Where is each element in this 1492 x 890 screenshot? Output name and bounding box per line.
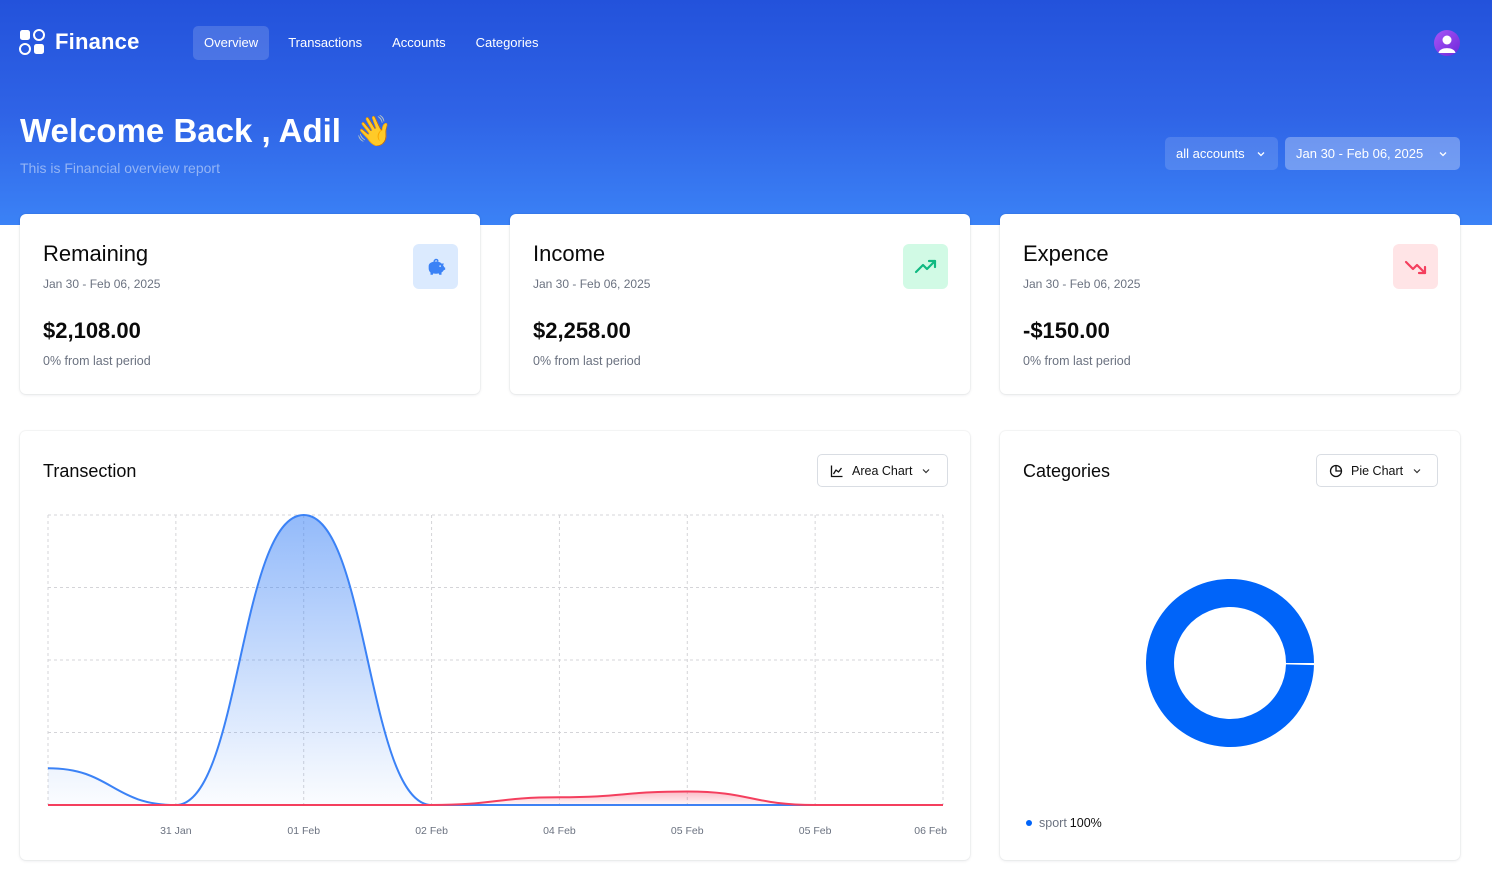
pie-legend: sport 100% — [1026, 816, 1102, 830]
categories-donut-chart — [1146, 579, 1314, 747]
x-tick-label: 01 Feb — [287, 825, 320, 837]
pie-chart-type-label: Pie Chart — [1351, 463, 1404, 478]
x-tick-label: 06 Feb — [914, 825, 947, 837]
pie-chart-type-select[interactable]: Pie Chart — [1316, 454, 1438, 487]
categories-panel-title: Categories — [1023, 461, 1111, 481]
x-tick-label: 04 Feb — [543, 825, 576, 837]
x-tick-label: 31 Jan — [160, 825, 192, 837]
x-tick-label: 05 Feb — [671, 825, 704, 837]
legend-dot — [1026, 820, 1032, 826]
legend-category-name: sport — [1039, 816, 1067, 830]
pie-chart-icon — [1329, 464, 1343, 477]
legend-category-percent: 100% — [1069, 816, 1102, 830]
x-tick-label: 05 Feb — [799, 825, 832, 837]
pie-slice-sport[interactable] — [1146, 579, 1314, 747]
chevron-down-icon — [1413, 468, 1421, 473]
x-tick-label: 02 Feb — [415, 825, 448, 837]
